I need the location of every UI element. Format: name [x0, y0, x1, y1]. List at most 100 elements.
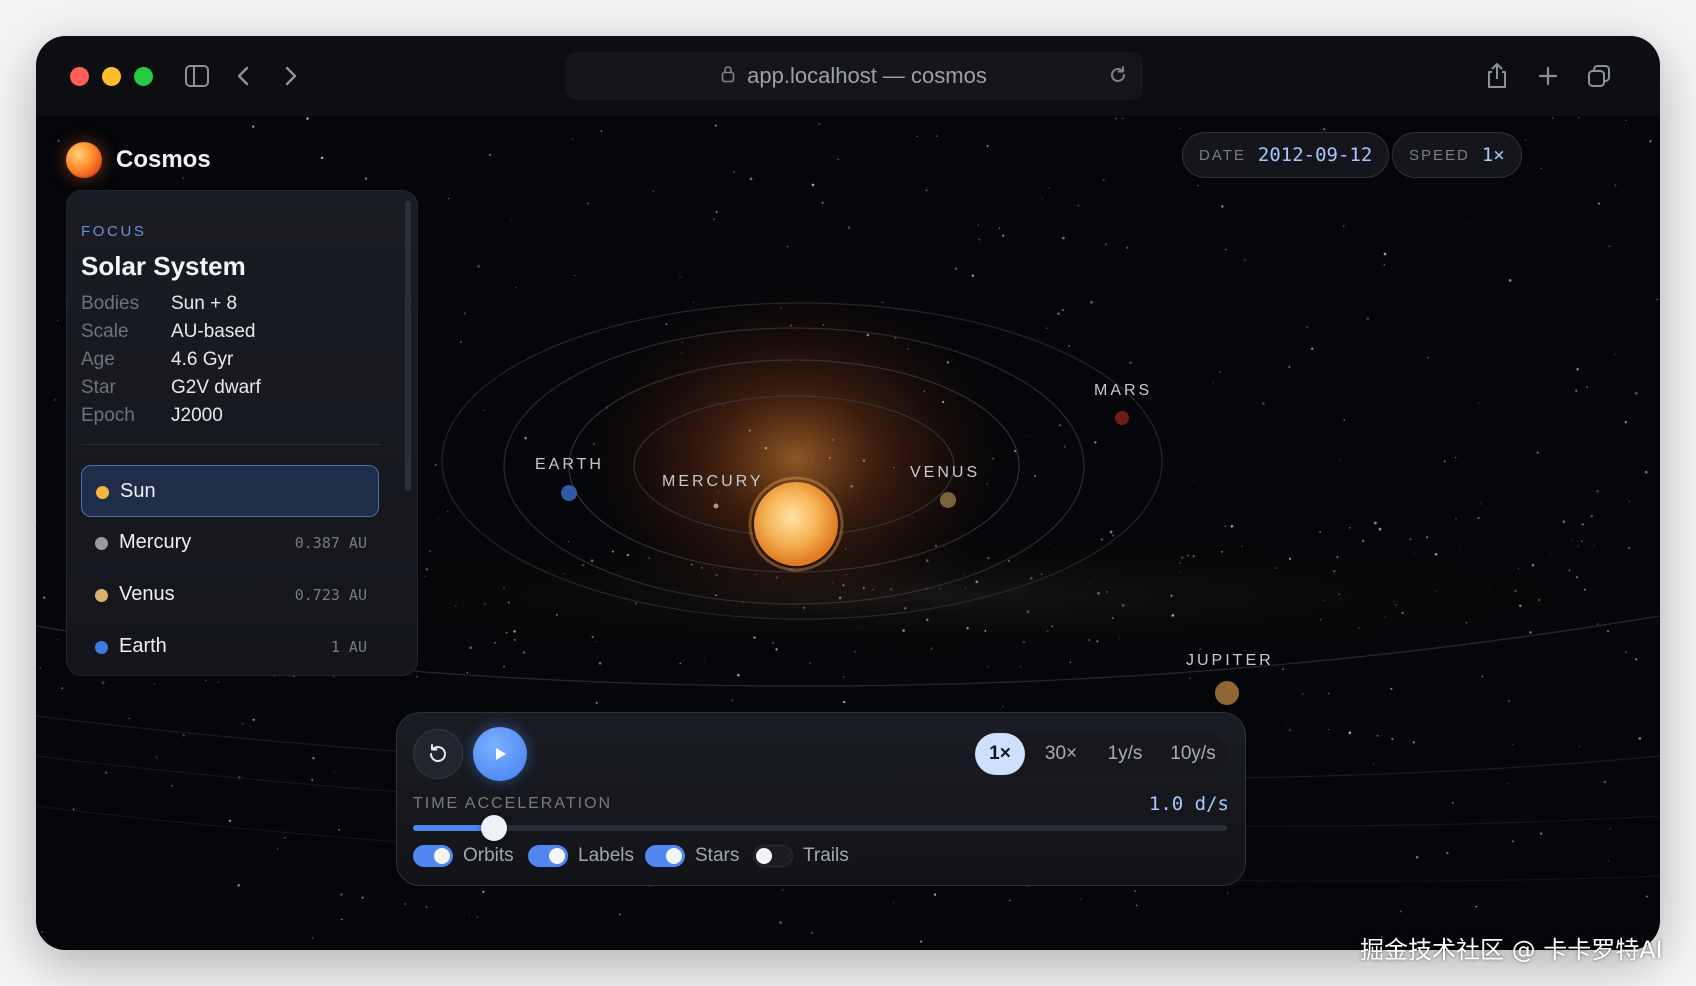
star	[1319, 618, 1322, 621]
venus-planet[interactable]	[940, 492, 956, 508]
speed-option-1x[interactable]: 1×	[975, 733, 1025, 775]
star	[987, 557, 990, 559]
star	[1609, 828, 1611, 830]
star	[460, 341, 462, 343]
address-bar[interactable]: app.localhost — cosmos	[565, 52, 1143, 100]
labels-switch[interactable]	[528, 845, 568, 867]
trails-switch[interactable]	[753, 845, 793, 867]
star	[1302, 693, 1304, 695]
body-item-venus[interactable]: Venus 0.723 AU	[81, 569, 379, 621]
play-button[interactable]	[473, 727, 527, 781]
star	[1465, 622, 1468, 624]
minimize-window-button[interactable]	[102, 67, 121, 86]
earth-label: EARTH	[535, 456, 604, 473]
star	[513, 638, 516, 642]
star	[1581, 540, 1583, 542]
star	[469, 646, 473, 650]
star	[975, 580, 979, 584]
star	[933, 893, 937, 896]
speed-option-10y-s[interactable]: 10y/s	[1159, 733, 1227, 775]
star	[1607, 630, 1609, 633]
speed-chip[interactable]: SPEED 1×	[1392, 132, 1522, 178]
star	[320, 156, 324, 160]
star	[468, 913, 470, 915]
star	[488, 153, 492, 156]
share-icon[interactable]	[1482, 61, 1512, 91]
browser-window: app.localhost — cosmos Cosmos FOCUS Sola…	[36, 36, 1660, 950]
zoom-window-button[interactable]	[134, 67, 153, 86]
star	[1179, 562, 1181, 564]
solar-system-view[interactable]: Cosmos FOCUS Solar System Bodies Sun + 8…	[36, 116, 1660, 950]
stat-row-bodies: Bodies Sun + 8	[81, 293, 401, 319]
star	[1391, 737, 1394, 741]
star	[47, 277, 49, 279]
mercury-planet[interactable]	[713, 503, 719, 509]
star	[306, 117, 309, 120]
venus-dot-icon	[95, 589, 108, 602]
star	[1460, 545, 1462, 548]
time-acceleration-slider[interactable]	[413, 815, 1227, 841]
star	[1221, 205, 1224, 208]
star	[1243, 258, 1246, 262]
new-tab-icon[interactable]	[1533, 61, 1563, 91]
star	[1288, 366, 1291, 369]
star	[598, 662, 602, 665]
star	[1362, 539, 1365, 543]
star	[574, 274, 576, 277]
star	[1171, 614, 1175, 617]
star	[984, 629, 987, 632]
date-chip[interactable]: DATE 2012-09-12	[1182, 132, 1390, 178]
star	[1029, 576, 1033, 580]
jupiter-planet[interactable]	[1215, 681, 1239, 705]
body-name: Venus	[119, 583, 175, 605]
tab-overview-icon[interactable]	[1584, 61, 1614, 91]
star	[1069, 661, 1072, 663]
star	[1051, 625, 1054, 628]
star	[36, 521, 38, 524]
sidebar-toggle-icon[interactable]	[182, 61, 212, 91]
star	[1062, 236, 1065, 240]
star	[1288, 557, 1292, 560]
earth-planet[interactable]	[561, 485, 577, 501]
star	[786, 245, 789, 248]
body-distance: 0.723 AU	[294, 586, 367, 604]
body-item-mercury[interactable]: Mercury 0.387 AU	[81, 517, 379, 569]
reset-button[interactable]	[413, 729, 463, 779]
star	[1481, 675, 1484, 678]
star	[1134, 890, 1136, 892]
star	[920, 940, 923, 943]
star	[811, 183, 815, 187]
star	[1007, 560, 1010, 562]
stars-switch[interactable]	[645, 845, 685, 867]
panel-scrollbar[interactable]	[405, 201, 411, 491]
body-item-sun[interactable]: Sun	[81, 465, 379, 517]
star	[1590, 515, 1594, 518]
speed-option-30x[interactable]: 30×	[1031, 733, 1091, 775]
star	[1135, 904, 1138, 907]
star	[1656, 298, 1659, 301]
body-item-earth[interactable]: Earth 1 AU	[81, 621, 379, 673]
slider-thumb[interactable]	[481, 815, 507, 841]
star	[1026, 435, 1028, 438]
back-icon[interactable]	[228, 61, 258, 91]
star	[1197, 184, 1199, 186]
star	[713, 218, 715, 220]
reload-icon[interactable]	[1107, 64, 1129, 92]
star	[1020, 666, 1022, 668]
star	[1568, 569, 1571, 572]
star	[1477, 516, 1480, 520]
star	[1041, 234, 1043, 236]
orbits-switch[interactable]	[413, 845, 453, 867]
mars-planet[interactable]	[1115, 411, 1129, 425]
star	[1598, 202, 1600, 205]
jupiter-label: JUPITER	[1186, 652, 1274, 669]
forward-icon[interactable]	[276, 61, 306, 91]
star	[954, 267, 958, 271]
star	[1199, 648, 1202, 650]
star	[1383, 263, 1386, 266]
close-window-button[interactable]	[70, 67, 89, 86]
star	[1446, 852, 1449, 855]
speed-option-1y-s[interactable]: 1y/s	[1093, 733, 1157, 775]
focus-title: Solar System	[81, 251, 246, 281]
star	[1399, 910, 1402, 913]
